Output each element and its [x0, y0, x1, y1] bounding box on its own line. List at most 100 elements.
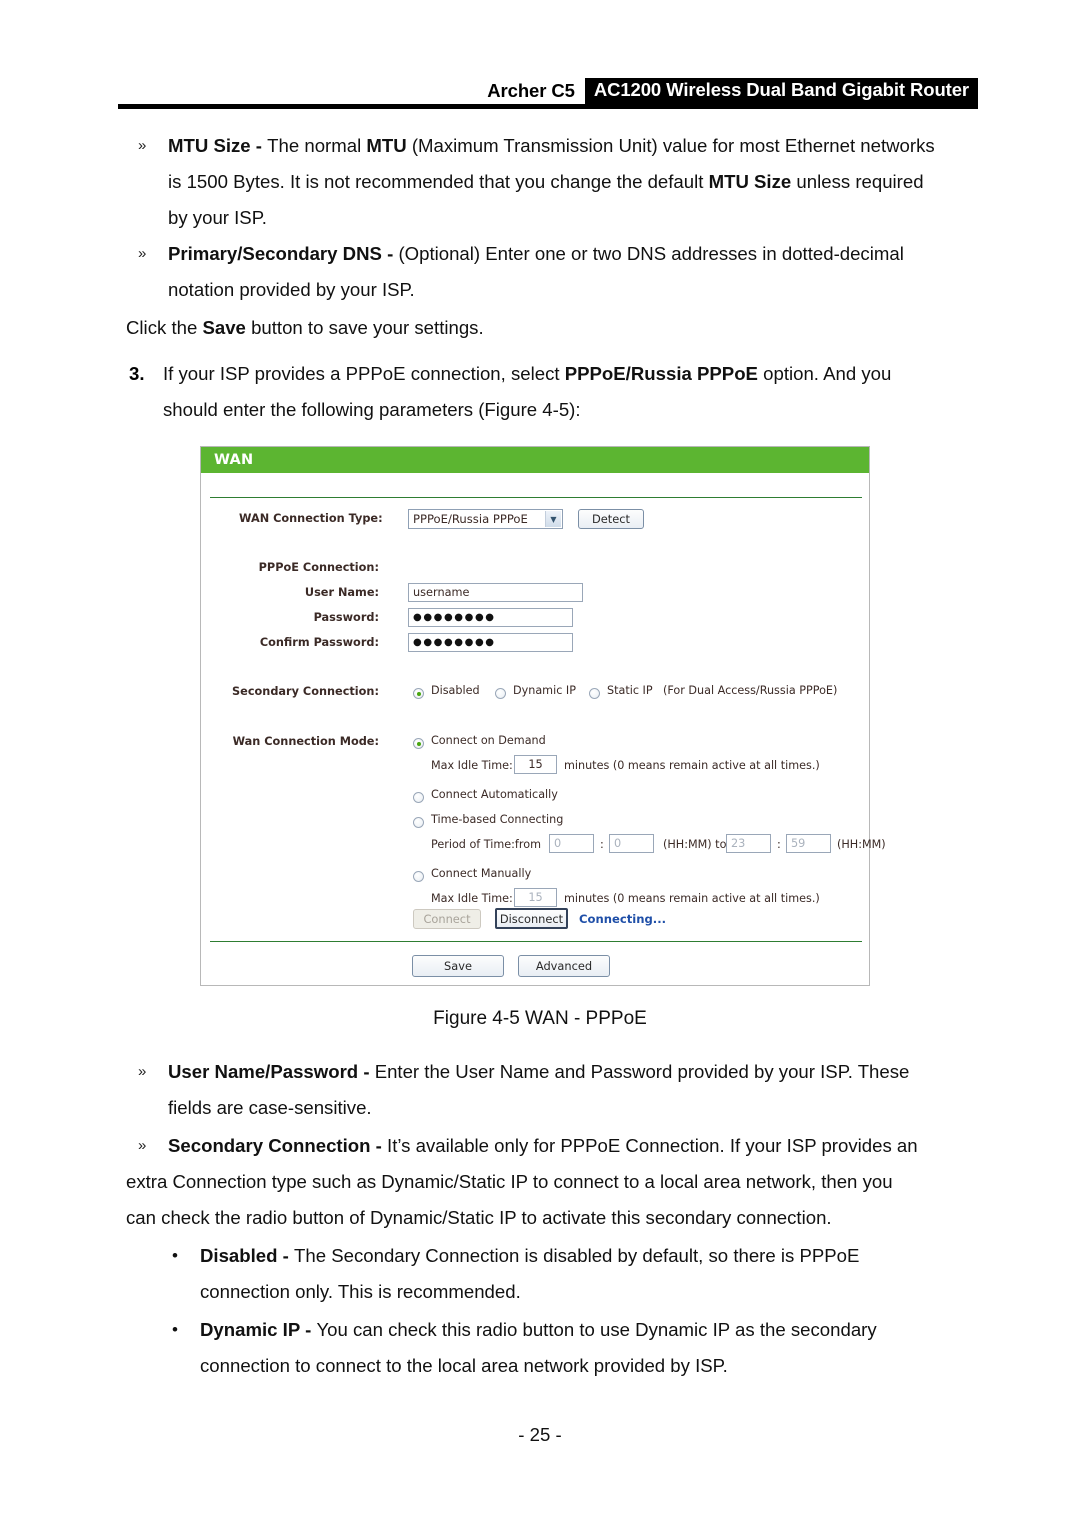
- mtu-term: MTU Size -: [168, 135, 268, 156]
- disabled-term: Disabled -: [200, 1245, 295, 1266]
- label-connect-manually[interactable]: Connect Manually: [431, 867, 531, 880]
- figure-caption: Figure 4-5 WAN - PPPoE: [433, 1008, 647, 1029]
- max-idle-time-value-1: 15: [528, 758, 543, 771]
- username-password-term: User Name/Password -: [168, 1061, 375, 1082]
- paragraph-secondary-connection-line2: extra Connection type such as Dynamic/St…: [126, 1171, 893, 1192]
- running-header: Archer C5 AC1200 Wireless Dual Band Giga…: [118, 78, 978, 104]
- paragraph-mtu-line1: MTU Size - The normal MTU (Maximum Trans…: [168, 135, 935, 156]
- period-to-hour-input[interactable]: 23: [726, 834, 771, 853]
- bullet-marker-secondary-connection: »: [138, 1137, 147, 1154]
- pppoe-term: PPPoE/Russia PPPoE: [564, 363, 758, 384]
- page-number: - 25 -: [518, 1424, 562, 1445]
- bullet-marker-dynamic-ip: •: [172, 1320, 178, 1339]
- label-time-based-connecting[interactable]: Time-based Connecting: [431, 813, 563, 826]
- radio-connect-automatically[interactable]: [413, 792, 424, 803]
- paragraph-dynamic-ip-line1: Dynamic IP - You can check this radio bu…: [200, 1319, 877, 1340]
- dynamic-ip-term: Dynamic IP -: [200, 1319, 317, 1340]
- bullet-marker-dns: »: [138, 245, 147, 262]
- max-idle-time-label-1: Max Idle Time:: [431, 759, 513, 772]
- secondary-connection-note: (For Dual Access/Russia PPPoE): [663, 684, 838, 697]
- wan-panel-subbar: [201, 473, 869, 497]
- wan-title-text: WAN: [214, 452, 254, 468]
- paragraph-dns-line1: Primary/Secondary DNS - (Optional) Enter…: [168, 243, 904, 264]
- label-secondary-disabled[interactable]: Disabled: [431, 684, 480, 697]
- disconnect-button[interactable]: Disconnect: [495, 908, 568, 929]
- wan-connection-type-label: WAN Connection Type:: [239, 512, 383, 525]
- radio-secondary-static-ip[interactable]: [589, 688, 600, 699]
- paragraph-secondary-connection-line1: Secondary Connection - It’s available on…: [168, 1135, 918, 1156]
- period-to-minute-input[interactable]: 59: [786, 834, 831, 853]
- period-colon-1: :: [600, 838, 604, 851]
- wan-connection-mode-label: Wan Connection Mode:: [232, 735, 379, 748]
- period-to-minute-value: 59: [791, 837, 806, 850]
- paragraph-secondary-connection-line3: can check the radio button of Dynamic/St…: [126, 1207, 832, 1228]
- max-idle-time-label-2: Max Idle Time:: [431, 892, 513, 905]
- wan-connection-type-value: PPPoE/Russia PPPoE: [413, 512, 528, 526]
- document-page: Archer C5 AC1200 Wireless Dual Band Giga…: [0, 0, 1080, 1527]
- chevron-down-icon[interactable]: ▼: [545, 511, 561, 527]
- password-label: Password:: [313, 611, 379, 624]
- label-secondary-dynamic-ip[interactable]: Dynamic IP: [513, 684, 576, 697]
- secondary-connection-label: Secondary Connection:: [232, 685, 379, 698]
- bullet-marker-disabled: •: [172, 1246, 178, 1265]
- user-name-input[interactable]: username: [408, 583, 583, 602]
- label-connect-automatically[interactable]: Connect Automatically: [431, 788, 558, 801]
- detect-button[interactable]: Detect: [578, 509, 644, 529]
- connection-status-text: Connecting...: [579, 912, 666, 926]
- confirm-password-input[interactable]: ●●●●●●●●: [408, 633, 573, 652]
- password-input[interactable]: ●●●●●●●●: [408, 608, 573, 627]
- label-secondary-static-ip[interactable]: Static IP: [607, 684, 653, 697]
- paragraph-item3-line2: should enter the following parameters (F…: [163, 399, 581, 420]
- paragraph-disabled-line2: connection only. This is recommended.: [200, 1281, 521, 1302]
- wan-divider-top: [210, 497, 862, 498]
- radio-time-based-connecting[interactable]: [413, 817, 424, 828]
- paragraph-disabled-line1: Disabled - The Secondary Connection is d…: [200, 1245, 860, 1266]
- paragraph-username-password-line1: User Name/Password - Enter the User Name…: [168, 1061, 910, 1082]
- header-model-name: Archer C5: [487, 79, 575, 101]
- header-rule: [118, 104, 978, 109]
- paragraph-mtu-line3: by your ISP.: [168, 207, 267, 228]
- radio-secondary-dynamic-ip[interactable]: [495, 688, 506, 699]
- max-idle-time-input-1[interactable]: 15: [514, 755, 557, 774]
- period-of-time-label: Period of Time:from: [431, 838, 541, 851]
- period-from-minute-value: 0: [614, 837, 622, 850]
- label-connect-on-demand[interactable]: Connect on Demand: [431, 734, 546, 747]
- advanced-button[interactable]: Advanced: [518, 955, 610, 977]
- radio-connect-manually[interactable]: [413, 871, 424, 882]
- paragraph-username-password-line2: fields are case-sensitive.: [168, 1097, 372, 1118]
- list-number-3: 3.: [129, 363, 145, 384]
- wan-settings-panel: WAN WAN Connection Type: PPPoE/Russia PP…: [200, 446, 886, 986]
- radio-secondary-disabled[interactable]: [413, 688, 424, 699]
- save-button[interactable]: Save: [412, 955, 504, 977]
- period-from-hour-value: 0: [554, 837, 562, 850]
- paragraph-click-save: Click the Save button to save your setti…: [126, 317, 484, 338]
- paragraph-mtu-line2: is 1500 Bytes. It is not recommended tha…: [168, 171, 924, 192]
- radio-connect-on-demand[interactable]: [413, 738, 424, 749]
- bullet-marker-mtu: »: [138, 137, 147, 154]
- header-product-name: AC1200 Wireless Dual Band Gigabit Router: [584, 78, 978, 104]
- period-colon-2: :: [777, 838, 781, 851]
- user-name-value: username: [413, 586, 470, 599]
- user-name-label: User Name:: [304, 586, 379, 599]
- max-idle-time-units-1: minutes (0 means remain active at all ti…: [564, 759, 820, 772]
- password-value: ●●●●●●●●: [413, 612, 496, 623]
- wan-divider-bottom: [210, 941, 862, 942]
- paragraph-item3-line1: If your ISP provides a PPPoE connection,…: [163, 363, 892, 384]
- period-from-minute-input[interactable]: 0: [609, 834, 654, 853]
- pppoe-connection-label: PPPoE Connection:: [258, 561, 379, 574]
- connect-button: Connect: [413, 909, 481, 929]
- confirm-password-value: ●●●●●●●●: [413, 637, 496, 648]
- period-format-note-1: (HH:MM) to: [663, 838, 727, 851]
- period-to-hour-value: 23: [731, 837, 746, 850]
- save-term: Save: [202, 317, 246, 338]
- period-from-hour-input[interactable]: 0: [549, 834, 594, 853]
- period-format-note-2: (HH:MM): [837, 838, 886, 851]
- max-idle-time-input-2[interactable]: 15: [514, 888, 557, 907]
- wan-panel-title: WAN: [201, 447, 869, 473]
- confirm-password-label: Confirm Password:: [259, 636, 379, 649]
- bullet-marker-username-password: »: [138, 1063, 147, 1080]
- paragraph-dns-line2: notation provided by your ISP.: [168, 279, 415, 300]
- max-idle-time-value-2: 15: [528, 891, 543, 904]
- secondary-connection-term: Secondary Connection -: [168, 1135, 388, 1156]
- wan-connection-type-select[interactable]: PPPoE/Russia PPPoE ▼: [408, 509, 563, 529]
